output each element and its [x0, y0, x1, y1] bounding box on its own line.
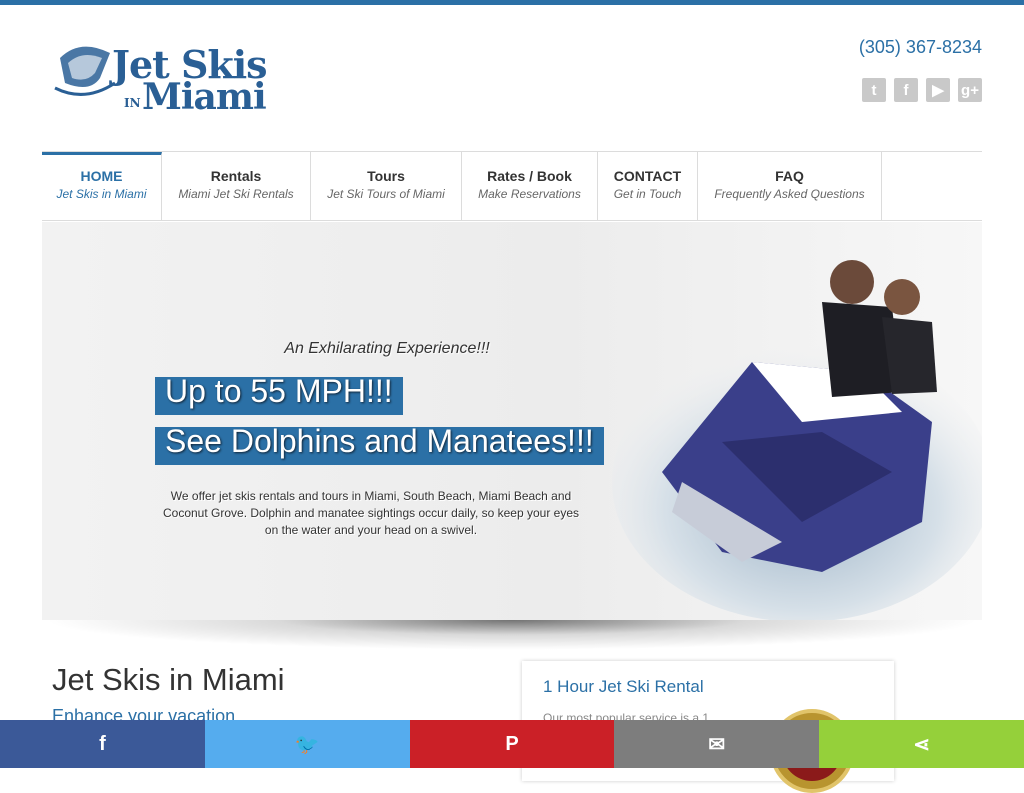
rental-card-title[interactable]: 1 Hour Jet Ski Rental — [543, 677, 704, 697]
nav-item-label: FAQ — [775, 168, 804, 184]
social-links: t f ▶ g+ — [862, 78, 982, 102]
jet-ski-logo-icon — [54, 46, 116, 96]
sharethis-share-button[interactable]: ⋖ — [819, 720, 1024, 768]
nav-item-sublabel: Get in Touch — [613, 187, 682, 201]
nav-item-sublabel: Jet Skis in Miami — [56, 187, 147, 201]
facebook-share-button[interactable]: f — [0, 720, 205, 768]
facebook-icon[interactable]: f — [894, 78, 918, 102]
nav-item-rentals[interactable]: Rentals Miami Jet Ski Rentals — [162, 152, 311, 220]
nav-item-tours[interactable]: Tours Jet Ski Tours of Miami — [311, 152, 462, 220]
nav-item-label: HOME — [80, 168, 123, 184]
nav-item-faq[interactable]: FAQ Frequently Asked Questions — [698, 152, 882, 220]
facebook-icon: f — [99, 732, 106, 755]
jet-ski-riders-image — [612, 260, 982, 620]
share-bar: f 🐦 P ✉ ⋖ — [0, 720, 1024, 768]
logo-text-miami: Miami — [142, 76, 267, 118]
twitter-share-button[interactable]: 🐦 — [204, 720, 410, 768]
nav-item-contact[interactable]: CONTACT Get in Touch — [598, 152, 698, 220]
nav-item-sublabel: Make Reservations — [478, 187, 581, 201]
pinterest-share-button[interactable]: P — [409, 720, 615, 768]
twitter-icon: 🐦 — [294, 733, 320, 756]
site-logo[interactable]: Jet Skis IN Miami — [50, 38, 268, 118]
hero-headline-speed: Up to 55 MPH!!! — [155, 375, 403, 415]
youtube-icon[interactable]: ▶ — [926, 78, 950, 102]
nav-item-label: CONTACT — [613, 168, 682, 184]
nav-item-sublabel: Jet Ski Tours of Miami — [327, 187, 445, 201]
google-plus-icon[interactable]: g+ — [958, 78, 982, 102]
hero-drop-shadow — [42, 620, 982, 650]
logo-text-in: IN — [124, 96, 141, 110]
nav-item-sublabel: Frequently Asked Questions — [714, 187, 865, 201]
nav-item-sublabel: Miami Jet Ski Rentals — [178, 187, 294, 201]
email-share-button[interactable]: ✉ — [614, 720, 820, 768]
phone-number[interactable]: (305) 367-8234 — [859, 37, 982, 58]
hero-description: We offer jet skis rentals and tours in M… — [162, 489, 579, 537]
page-title: Jet Skis in Miami — [52, 662, 285, 697]
nav-item-label: Rates / Book — [487, 168, 572, 184]
twitter-icon[interactable]: t — [862, 78, 886, 102]
nav-item-label: Tours — [367, 168, 405, 184]
main-navigation: HOME Jet Skis in Miami Rentals Miami Jet… — [42, 151, 982, 221]
pinterest-icon: P — [505, 732, 519, 755]
top-accent-bar — [0, 0, 1024, 5]
nav-item-rates-book[interactable]: Rates / Book Make Reservations — [462, 152, 598, 220]
hero-headline-dolphins: See Dolphins and Manatees!!! — [155, 425, 604, 465]
hero-tagline: An Exhilarating Experience!!! — [284, 340, 490, 357]
hero-banner: An Exhilarating Experience!!! Up to 55 M… — [42, 222, 982, 620]
nav-item-label: Rentals — [210, 168, 262, 184]
email-icon: ✉ — [708, 733, 726, 756]
share-icon: ⋖ — [913, 733, 930, 756]
nav-item-home[interactable]: HOME Jet Skis in Miami — [42, 152, 162, 220]
